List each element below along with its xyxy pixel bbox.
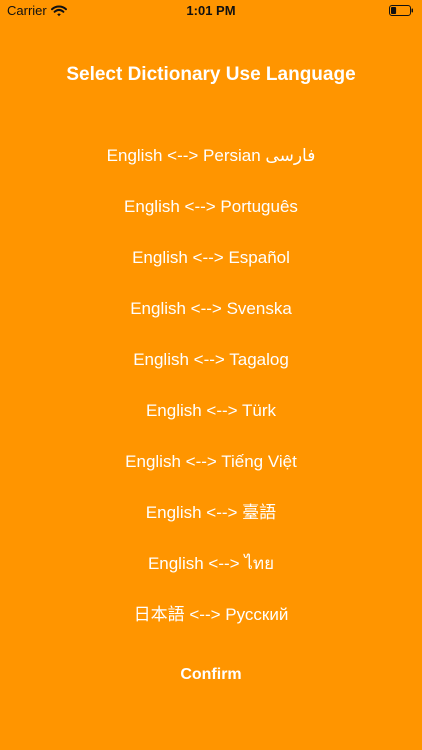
page-title: Select Dictionary Use Language: [66, 64, 356, 85]
language-option-thai[interactable]: English <--> ไทย: [0, 548, 422, 599]
language-option-portuguese[interactable]: English <--> Português: [0, 191, 422, 242]
language-option-taiwanese[interactable]: English <--> 臺語: [0, 497, 422, 548]
language-option-spanish[interactable]: English <--> Español: [0, 242, 422, 293]
language-option-vietnamese[interactable]: English <--> Tiếng Việt: [0, 446, 422, 497]
language-option-persian[interactable]: English <--> Persian فارسی: [0, 140, 422, 191]
battery-icon: [389, 5, 413, 16]
language-option-swedish[interactable]: English <--> Svenska: [0, 293, 422, 344]
status-bar: Carrier 1:01 PM: [0, 0, 422, 24]
language-option-turkish[interactable]: English <--> Türk: [0, 395, 422, 446]
status-time: 1:01 PM: [186, 3, 236, 18]
language-option-tagalog[interactable]: English <--> Tagalog: [0, 344, 422, 395]
language-list: English <--> Persian فارسی English <--> …: [0, 140, 422, 650]
confirm-button[interactable]: Confirm: [131, 659, 291, 691]
language-option-japanese-russian[interactable]: 日本語 <--> Русский: [0, 599, 422, 650]
